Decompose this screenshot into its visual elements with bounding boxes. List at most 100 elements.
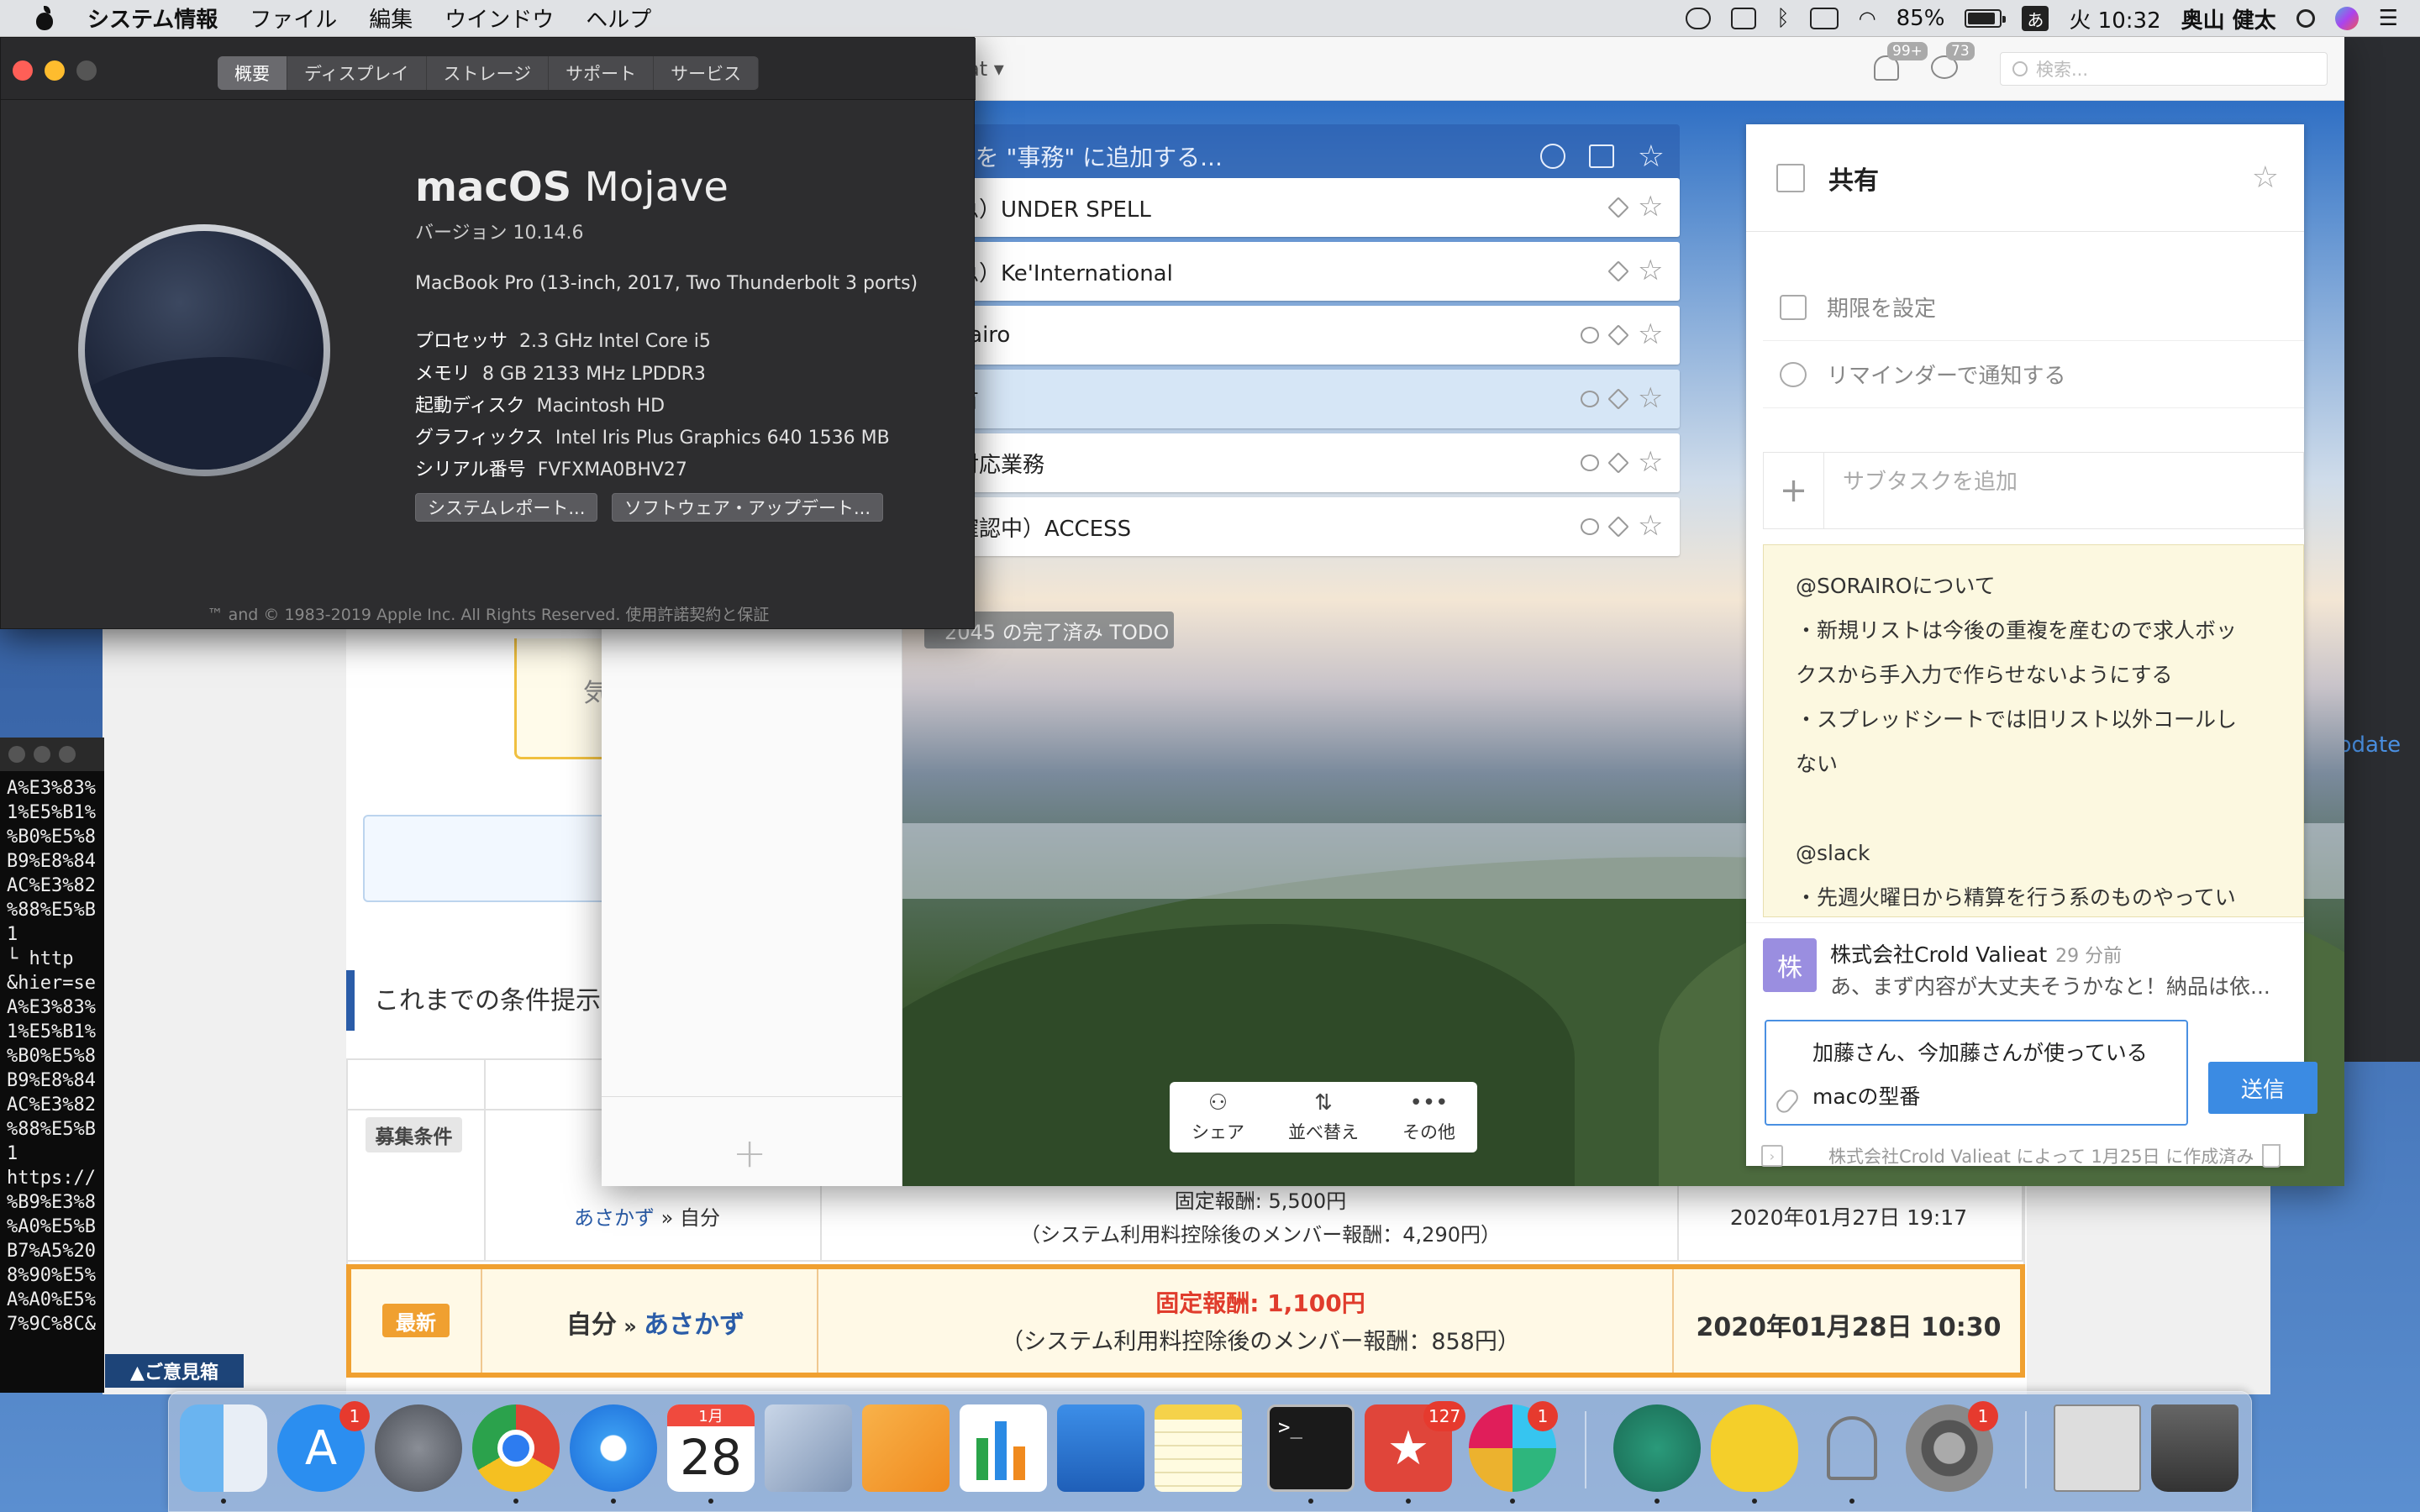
minimize-button[interactable] xyxy=(45,60,65,81)
terminal-icon[interactable]: >_ xyxy=(1267,1404,1355,1492)
app-menu[interactable]: システム情報 xyxy=(87,3,218,34)
task-item[interactable]: 共有 ☆ xyxy=(920,370,1680,428)
user-name[interactable]: 奥山 健太 xyxy=(2181,3,2276,34)
feedback-button[interactable]: ▲ご意見箱 xyxy=(105,1354,244,1388)
chrome-icon[interactable] xyxy=(472,1404,560,1492)
numbers-icon[interactable] xyxy=(960,1404,1047,1492)
note-area[interactable]: @SORAIROについて ・新規リストは今後の重複を産むので求人ボッ クスから手入力… xyxy=(1763,544,2304,917)
trash-icon[interactable] xyxy=(2262,1144,2281,1168)
software-update-button[interactable]: ソフトウェア・アップデート... xyxy=(612,493,884,522)
task-checkbox[interactable] xyxy=(1776,163,1805,192)
system-information-icon[interactable] xyxy=(1808,1404,1896,1492)
menu-edit[interactable]: 編集 xyxy=(369,3,413,34)
cloud-sync-icon[interactable] xyxy=(1686,8,1712,29)
about-tab[interactable]: サポート xyxy=(549,56,655,90)
detail-title[interactable]: 共有 xyxy=(1828,160,2252,197)
detail-star-icon[interactable]: ☆ xyxy=(2252,160,2279,195)
bookmark-icon[interactable] xyxy=(1731,8,1757,29)
about-tab[interactable]: サービス xyxy=(654,56,760,90)
trash-icon[interactable] xyxy=(2151,1404,2238,1492)
pin-icon[interactable] xyxy=(1607,516,1629,538)
star-icon[interactable]: ☆ xyxy=(1638,512,1665,541)
task-item[interactable]: （急）UNDER SPELL ☆ xyxy=(920,178,1680,237)
menu-window[interactable]: ウインドウ xyxy=(445,3,554,34)
about-tab[interactable]: ディスプレイ xyxy=(287,56,427,90)
battery-icon[interactable] xyxy=(1965,9,2007,28)
add-list-icon[interactable]: + xyxy=(733,1130,766,1177)
task-item[interactable]: （急）Ke'International ☆ xyxy=(920,242,1680,301)
safari-icon[interactable] xyxy=(570,1404,657,1492)
update-link[interactable]: pdate xyxy=(2338,732,2401,758)
spec-label: シリアル番号 xyxy=(415,459,526,480)
spotlight-search-icon[interactable] xyxy=(2296,9,2315,28)
siri-icon[interactable] xyxy=(2334,7,2359,30)
star-icon[interactable]: ☆ xyxy=(1638,448,1665,477)
reminder-row[interactable]: リマインダーで通知する xyxy=(1763,341,2304,408)
notification-center-icon[interactable]: ☰ xyxy=(2379,6,2398,31)
mail-icon[interactable] xyxy=(765,1404,852,1492)
about-tab[interactable]: ストレージ xyxy=(427,56,550,90)
sort-button[interactable]: ⇅ 並べ替え xyxy=(1288,1090,1359,1144)
keynote-icon[interactable] xyxy=(1057,1404,1144,1492)
collapse-icon[interactable]: › xyxy=(1761,1145,1783,1167)
note-line xyxy=(1796,786,2271,831)
spec-row: プロセッサ 2.3 GHz Intel Core i5 xyxy=(415,326,711,353)
star-icon[interactable]: ☆ xyxy=(1638,192,1665,222)
created-by-text: 株式会社Crold Valieat によって 1月25日 に作成済み xyxy=(1828,1147,2254,1167)
comment-input[interactable]: 加藤さん、今加藤さんが使っている macの型番 xyxy=(1765,1020,2188,1126)
bluetooth-icon[interactable]: ᛒ xyxy=(1776,6,1790,31)
macos-mojave-logo xyxy=(78,224,330,476)
menu-help[interactable]: ヘルプ xyxy=(586,3,651,34)
atom-icon[interactable] xyxy=(1613,1404,1701,1492)
more-button[interactable]: ••• その他 xyxy=(1402,1090,1455,1144)
os-name-rest: Mojave xyxy=(571,164,729,211)
menu-file[interactable]: ファイル xyxy=(250,3,337,34)
close-button[interactable] xyxy=(13,60,33,81)
about-tab[interactable]: 概要 xyxy=(218,56,287,90)
star-icon[interactable]: ☆ xyxy=(1638,320,1665,349)
cyberduck-icon[interactable] xyxy=(1711,1404,1798,1492)
pin-icon[interactable] xyxy=(1607,260,1629,282)
task-item[interactable]: （確認中）ACCESS ☆ xyxy=(920,497,1680,556)
terminal-line: %B0%E5%8 xyxy=(7,827,96,848)
keyboard-icon[interactable] xyxy=(1809,8,1839,29)
about-titlebar: 概要 ディスプレイ ストレージ サポート サービス xyxy=(1,38,976,100)
share-button[interactable]: ⚇ シェア xyxy=(1192,1090,1244,1144)
star-icon[interactable]: ☆ xyxy=(1638,256,1665,286)
pin-icon[interactable] xyxy=(1607,452,1629,474)
terminal-window[interactable]: A%E3%83% 1%E5%B1% %B0%E5%8 B9%E8%84 AC%E3%82… xyxy=(0,738,104,1393)
star-icon[interactable]: ☆ xyxy=(1638,384,1665,413)
input-method-icon[interactable]: あ xyxy=(2022,6,2049,31)
add-subtask-input[interactable]: + サブタスクを追加 xyxy=(1763,452,2304,529)
launchpad-icon[interactable] xyxy=(375,1404,462,1492)
search-input[interactable]: 検索... xyxy=(2000,52,2328,86)
wifi-icon[interactable]: ◠ xyxy=(1859,7,1876,30)
system-report-button[interactable]: システムレポート... xyxy=(415,493,598,522)
assign-icon[interactable] xyxy=(1539,144,1565,169)
downloads-stack-icon[interactable] xyxy=(2054,1404,2141,1492)
calendar-icon[interactable]: 1月 28 xyxy=(667,1404,755,1492)
due-date-row[interactable]: 期限を設定 xyxy=(1763,274,2304,341)
row2-to-link[interactable]: あさかず xyxy=(644,1310,744,1340)
spec-row: 起動ディスク Macintosh HD xyxy=(415,391,665,417)
pin-icon[interactable] xyxy=(1607,197,1629,218)
pin-icon[interactable] xyxy=(1607,324,1629,346)
chat-badge: 73 xyxy=(1946,42,1975,60)
battery-percent[interactable]: 85% xyxy=(1897,6,1945,31)
notes-icon[interactable] xyxy=(1155,1404,1242,1492)
finder-icon[interactable] xyxy=(180,1404,267,1492)
note-line: ・先週火曜日から精算を行う系のものやってい xyxy=(1796,885,2236,910)
pin-icon[interactable] xyxy=(1607,388,1629,410)
task-item[interactable]: sorairo ☆ xyxy=(920,306,1680,365)
calendar-icon[interactable] xyxy=(1588,144,1614,168)
send-button[interactable]: 送信 xyxy=(2208,1062,2317,1114)
row1-from-link[interactable]: あさかず xyxy=(574,1206,655,1230)
pages-icon[interactable] xyxy=(862,1404,950,1492)
apple-menu-icon[interactable] xyxy=(34,5,55,31)
browser-input-box[interactable] xyxy=(363,815,615,902)
star-icon[interactable]: ☆ xyxy=(1638,139,1665,174)
clock[interactable]: 火 10:32 xyxy=(2069,3,2160,34)
paperclip-icon[interactable] xyxy=(1773,1086,1802,1116)
task-title: sorairo xyxy=(920,323,1581,348)
task-item[interactable]: 未対応業務 ☆ xyxy=(920,433,1680,492)
